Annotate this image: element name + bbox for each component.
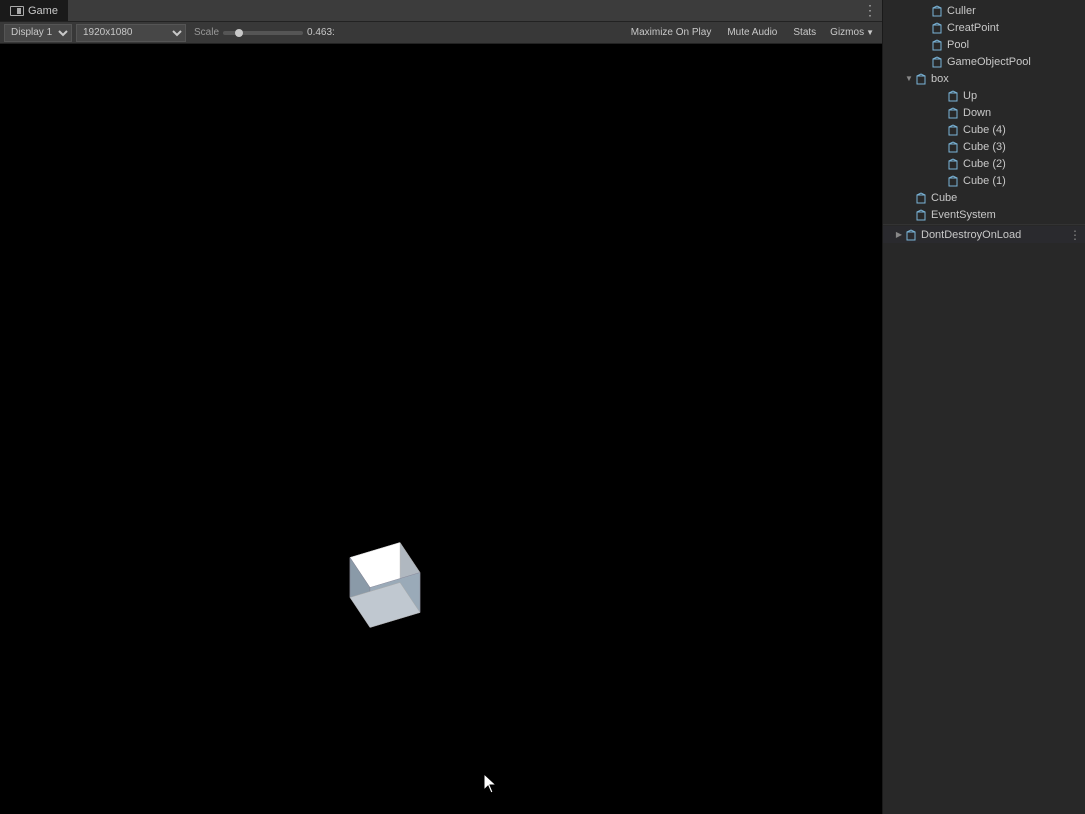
cube-icon-box [915, 72, 929, 86]
hierarchy-content: Culler CreatPoint Pool [883, 0, 1085, 814]
label-gameobjectpool: GameObjectPool [947, 56, 1031, 68]
label-cube: Cube [931, 192, 957, 204]
label-eventsystem: EventSystem [931, 209, 996, 221]
hierarchy-item-down[interactable]: Down [883, 104, 1085, 121]
scale-label: Scale [194, 27, 219, 38]
gizmos-label: Gizmos [830, 27, 864, 38]
label-culler: Culler [947, 5, 976, 17]
hierarchy-item-cube4[interactable]: Cube (4) [883, 121, 1085, 138]
hierarchy-item-cube3[interactable]: Cube (3) [883, 138, 1085, 155]
expand-box[interactable] [903, 73, 915, 85]
game-icon [10, 6, 24, 16]
label-cube3: Cube (3) [963, 141, 1006, 153]
hierarchy-item-pool[interactable]: Pool [883, 36, 1085, 53]
mute-audio-button[interactable]: Mute Audio [721, 24, 783, 42]
expand-eventsystem [903, 209, 915, 221]
cube-icon-cube4 [947, 123, 961, 137]
cube-icon-cube2 [947, 157, 961, 171]
cube-icon-cube [915, 191, 929, 205]
maximize-on-play-button[interactable]: Maximize On Play [625, 24, 718, 42]
game-tab-label: Game [28, 5, 58, 17]
expand-pool [919, 39, 931, 51]
gizmos-arrow: ▼ [866, 28, 874, 37]
hierarchy-item-cube1[interactable]: Cube (1) [883, 172, 1085, 189]
hierarchy-item-gameobjectpool[interactable]: GameObjectPool [883, 53, 1085, 70]
expand-cube1 [935, 175, 947, 187]
display-select[interactable]: Display 1 [4, 24, 72, 42]
scale-value: 0.463: [307, 27, 335, 38]
cube-icon-cube3 [947, 140, 961, 154]
cube-icon-dontdestroy [905, 228, 919, 242]
cube-icon-eventsystem [915, 208, 929, 222]
label-up: Up [963, 90, 977, 102]
main-layout: Game ⋮ Display 1 1920x1080 Scale 0.463: … [0, 0, 1085, 814]
hierarchy-item-cube2[interactable]: Cube (2) [883, 155, 1085, 172]
cube-icon-down [947, 106, 961, 120]
stats-button[interactable]: Stats [787, 24, 822, 42]
game-viewport[interactable] [0, 44, 882, 814]
scale-slider-thumb [235, 29, 243, 37]
cube-icon-gameobjectpool [931, 55, 945, 69]
label-cube1: Cube (1) [963, 175, 1006, 187]
game-tab[interactable]: Game [0, 0, 68, 21]
hierarchy-item-eventsystem[interactable]: EventSystem [883, 206, 1085, 223]
scale-slider-container: 0.463: [223, 27, 335, 38]
cube-icon-culler [931, 4, 945, 18]
expand-cube [903, 192, 915, 204]
hierarchy-item-box[interactable]: box [883, 70, 1085, 87]
label-pool: Pool [947, 39, 969, 51]
expand-cube2 [935, 158, 947, 170]
cube-svg [325, 533, 445, 633]
cube-icon-cube1 [947, 174, 961, 188]
expand-gameobjectpool [919, 56, 931, 68]
scale-slider[interactable] [223, 31, 303, 35]
label-box: box [931, 73, 949, 85]
label-cube2: Cube (2) [963, 158, 1006, 170]
tab-more-button[interactable]: ⋮ [862, 3, 878, 19]
cube-icon-creatpoint [931, 21, 945, 35]
game-toolbar: Display 1 1920x1080 Scale 0.463: Maximiz… [0, 22, 882, 44]
label-down: Down [963, 107, 991, 119]
cube-icon-up [947, 89, 961, 103]
cube-3d [325, 533, 445, 636]
hierarchy-item-dontdestroy[interactable]: DontDestroyOnLoad ⋮ [883, 226, 1085, 243]
game-panel: Game ⋮ Display 1 1920x1080 Scale 0.463: … [0, 0, 882, 814]
hierarchy-item-cube[interactable]: Cube [883, 189, 1085, 206]
expand-dontdestroy[interactable] [893, 229, 905, 241]
hierarchy-panel: Culler CreatPoint Pool [882, 0, 1085, 814]
expand-creatpoint [919, 22, 931, 34]
hierarchy-item-culler[interactable]: Culler [883, 2, 1085, 19]
expand-cube4 [935, 124, 947, 136]
game-tab-bar: Game ⋮ [0, 0, 882, 22]
cube-icon-pool [931, 38, 945, 52]
resolution-select[interactable]: 1920x1080 [76, 24, 186, 42]
label-dontdestroy: DontDestroyOnLoad [921, 229, 1021, 241]
label-creatpoint: CreatPoint [947, 22, 999, 34]
dontdestroy-more[interactable]: ⋮ [1069, 228, 1081, 242]
expand-down [935, 107, 947, 119]
label-cube4: Cube (4) [963, 124, 1006, 136]
gizmos-dropdown[interactable]: Gizmos ▼ [826, 24, 878, 42]
hierarchy-item-up[interactable]: Up [883, 87, 1085, 104]
expand-cube3 [935, 141, 947, 153]
hierarchy-divider [883, 224, 1085, 225]
hierarchy-item-creatpoint[interactable]: CreatPoint [883, 19, 1085, 36]
expand-culler [919, 5, 931, 17]
expand-up [935, 90, 947, 102]
